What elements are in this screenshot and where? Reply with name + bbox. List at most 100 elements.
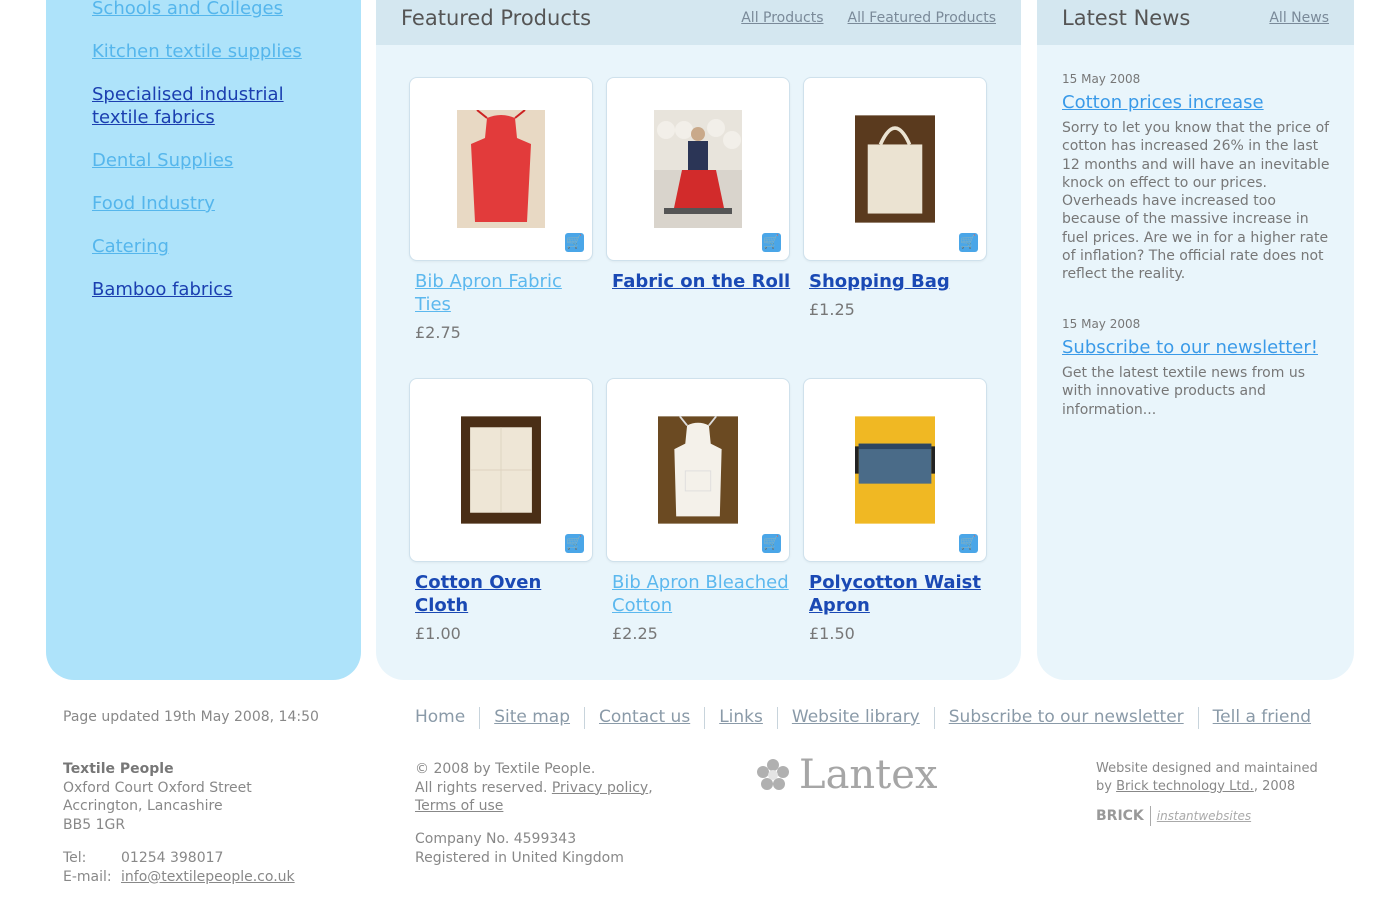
all-featured-products-link[interactable]: All Featured Products [848,10,997,26]
news-date: 15 May 2008 [1062,72,1141,86]
designed-line: Website designed and maintained [1096,761,1318,776]
address-line: Accrington, Lancashire [63,798,223,814]
news-headline[interactable]: Cotton prices increase [1062,92,1332,113]
address-line: BB5 1GR [63,816,126,833]
copyright: © 2008 by Textile People. All rights res… [415,760,653,816]
company-address: Textile People Oxford Court Oxford Stree… [63,760,252,834]
shopping-bag-image [855,115,935,223]
product-name[interactable]: Cotton Oven Cloth [415,571,599,617]
product-name[interactable]: Bib Apron Fabric Ties [415,270,599,316]
email-label: E-mail: [63,868,112,885]
company-name: Textile People [63,761,174,777]
add-to-cart-icon[interactable]: 🛒 [762,233,781,252]
news-body: Sorry to let you know that the price of … [1062,120,1330,283]
product-card: 🛒 Bib Apron Bleached Cotton £2.25 [606,378,796,643]
product-thumbnail[interactable]: 🛒 [606,77,790,261]
rights-text: All rights reserved. [415,779,548,796]
news-item: 15 May 2008 Subscribe to our newsletter!… [1062,317,1332,419]
all-news-link[interactable]: All News [1269,10,1329,26]
news-title: Latest News [1062,6,1191,30]
nav-divider [704,707,706,729]
nav-subscribe[interactable]: Subscribe to our newsletter [949,707,1184,729]
nav-links[interactable]: Links [719,707,763,729]
category-schools[interactable]: Schools and Colleges [92,0,332,20]
brick-logo-text: BRICK [1096,808,1144,824]
address-line: Oxford Court Oxford Street [63,779,252,796]
designed-by: Website designed and maintained by Brick… [1096,760,1318,795]
news-headline[interactable]: Subscribe to our newsletter! [1062,337,1332,358]
product-price: £1.25 [809,300,855,319]
nav-divider [933,707,935,729]
red-apron-image [457,110,545,228]
product-card: 🛒 Fabric on the Roll [606,77,796,300]
tel-label: Tel: [63,850,87,866]
add-to-cart-icon[interactable]: 🛒 [959,534,978,553]
category-list: Schools and Colleges Kitchen textile sup… [92,0,332,321]
product-price: £1.50 [809,624,855,643]
product-name[interactable]: Polycotton Waist Apron [809,571,993,617]
nav-divider [479,707,481,729]
add-to-cart-icon[interactable]: 🛒 [762,534,781,553]
category-dental[interactable]: Dental Supplies [92,149,332,172]
nav-home[interactable]: Home [415,707,465,729]
privacy-policy-link[interactable]: Privacy policy [552,780,648,796]
news-body: Get the latest textile news from us with… [1062,365,1305,418]
copyright-line: © 2008 by Textile People. [415,761,596,777]
nav-site-map[interactable]: Site map [494,707,570,729]
product-name[interactable]: Fabric on the Roll [612,270,796,293]
product-card: 🛒 Cotton Oven Cloth £1.00 [409,378,599,643]
lantex-logo: Lantex [755,752,937,798]
all-products-link[interactable]: All Products [741,10,823,26]
rights-line: All rights reserved. Privacy policy, [415,779,653,796]
product-thumbnail[interactable]: 🛒 [803,77,987,261]
product-card: 🛒 Polycotton Waist Apron £1.50 [803,378,993,643]
brick-logo[interactable]: BRICK instantwebsites [1096,806,1251,826]
product-name[interactable]: Bib Apron Bleached Cotton [612,571,796,617]
product-thumbnail[interactable]: 🛒 [606,378,790,562]
terms-of-use-link[interactable]: Terms of use [415,797,653,816]
designed-year: , 2008 [1253,778,1296,794]
designed-by-label: by [1096,778,1112,794]
product-card: 🛒 Shopping Bag £1.25 [803,77,993,319]
nav-divider [584,707,586,729]
nav-website-library[interactable]: Website library [792,707,920,729]
news-links: All News [1269,10,1329,26]
product-thumbnail[interactable]: 🛒 [409,77,593,261]
product-thumbnail[interactable]: 🛒 [803,378,987,562]
news-header: Latest News All News [1037,0,1354,45]
white-apron-image [658,415,738,524]
product-price: £1.00 [415,624,461,643]
category-kitchen[interactable]: Kitchen textile supplies [92,40,332,63]
designer-line: by Brick technology Ltd., 2008 [1096,778,1318,796]
product-name[interactable]: Shopping Bag [809,270,993,293]
add-to-cart-icon[interactable]: 🛒 [565,534,584,553]
email: E-mail: info@textilepeople.co.uk [63,868,295,887]
nav-tell-a-friend[interactable]: Tell a friend [1213,707,1311,729]
designer-link[interactable]: Brick technology Ltd. [1116,779,1254,794]
featured-header: Featured Products All Products All Featu… [376,0,1021,45]
category-specialised[interactable]: Specialised industrial textile fabrics [92,83,332,129]
footer-nav: Home Site map Contact us Links Website l… [415,707,1311,729]
add-to-cart-icon[interactable]: 🛒 [959,233,978,252]
product-thumbnail[interactable]: 🛒 [409,378,593,562]
email-link[interactable]: info@textilepeople.co.uk [121,869,295,885]
category-bamboo[interactable]: Bamboo fabrics [92,278,332,301]
product-price: £2.75 [415,323,461,342]
category-catering[interactable]: Catering [92,235,332,258]
category-sidebar: Schools and Colleges Kitchen textile sup… [46,0,361,680]
company-number: Company No. 4599343 [415,831,577,847]
news-item: 15 May 2008 Cotton prices increase Sorry… [1062,72,1332,284]
nav-contact-us[interactable]: Contact us [599,707,690,729]
product-card: 🛒 Bib Apron Fabric Ties £2.75 [409,77,599,342]
product-price: £2.25 [612,624,658,643]
featured-links: All Products All Featured Products [741,10,996,26]
nav-divider [1197,707,1199,729]
category-food[interactable]: Food Industry [92,192,332,215]
add-to-cart-icon[interactable]: 🛒 [565,233,584,252]
telephone: Tel: 01254 398017 [63,849,295,868]
latest-news-panel: Latest News All News 15 May 2008 Cotton … [1037,0,1354,680]
registered-country: Registered in United Kingdom [415,849,624,866]
tel-number: 01254 398017 [121,850,224,866]
page-updated: Page updated 19th May 2008, 14:50 [63,709,319,725]
news-date: 15 May 2008 [1062,317,1141,331]
